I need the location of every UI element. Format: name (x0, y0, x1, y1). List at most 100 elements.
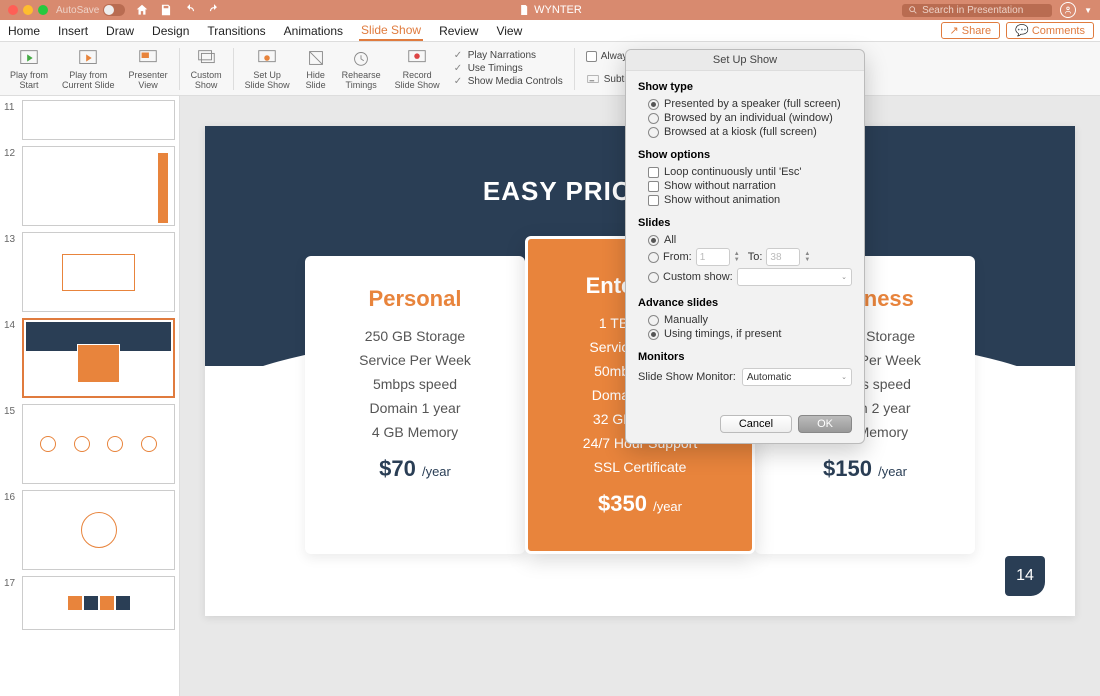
autosave-switch-icon[interactable] (103, 4, 125, 16)
checkbox-loop[interactable]: Loop continuously until 'Esc' (638, 165, 852, 179)
monitor-label: Slide Show Monitor: (638, 371, 736, 383)
thumb-number: 12 (4, 146, 22, 226)
thumb-number: 14 (4, 318, 22, 398)
minimize-window-icon[interactable] (23, 5, 33, 15)
slide-thumbnail[interactable] (22, 576, 175, 630)
thumb-number: 16 (4, 490, 22, 570)
menu-review[interactable]: Review (437, 22, 480, 40)
slide-thumbnail[interactable] (22, 404, 175, 484)
radio-icon (648, 99, 659, 110)
plan-feature: 5mbps speed (329, 376, 501, 392)
custom-show-icon (194, 46, 218, 70)
radio-presented-speaker[interactable]: Presented by a speaker (full screen) (638, 97, 852, 111)
comments-button[interactable]: 💬Comments (1006, 22, 1094, 39)
menu-insert[interactable]: Insert (56, 22, 90, 40)
presenter-icon (136, 46, 160, 70)
search-icon (908, 5, 918, 15)
menu-draw[interactable]: Draw (104, 22, 136, 40)
radio-custom-show[interactable]: Custom show: ⌄ (638, 267, 852, 287)
autosave-toggle[interactable]: AutoSave (56, 4, 125, 16)
to-input[interactable]: 38 (766, 248, 800, 266)
thumb-number: 15 (4, 404, 22, 484)
radio-timings[interactable]: Using timings, if present (638, 327, 852, 341)
radio-all-slides[interactable]: All (638, 233, 852, 247)
section-heading: Slides (638, 217, 852, 229)
stepper-icon[interactable]: ▲▼ (734, 248, 744, 266)
plan-price: $150 /year (779, 456, 951, 482)
menu-design[interactable]: Design (150, 22, 191, 40)
slide-thumbnail-selected[interactable] (22, 318, 175, 398)
plan-feature: Domain 1 year (329, 400, 501, 416)
radio-icon (648, 113, 659, 124)
radio-manually[interactable]: Manually (638, 313, 852, 327)
home-icon[interactable] (135, 3, 149, 17)
radio-browsed-kiosk[interactable]: Browsed at a kiosk (full screen) (638, 125, 852, 139)
play-from-start-button[interactable]: Play from Start (4, 44, 54, 93)
radio-icon (648, 315, 659, 326)
from-input[interactable]: 1 (696, 248, 730, 266)
checkbox-icon (648, 181, 659, 192)
file-icon (518, 4, 530, 16)
redo-icon[interactable] (207, 3, 221, 17)
presenter-view-button[interactable]: Presenter View (123, 44, 174, 93)
share-button[interactable]: ↗Share (941, 22, 1001, 39)
slide-thumbnail[interactable] (22, 100, 175, 140)
setup-icon (255, 46, 279, 70)
setup-show-button[interactable]: Set Up Slide Show (239, 44, 296, 93)
ribbon: Play from Start Play from Current Slide … (0, 42, 1100, 96)
thumb-number: 17 (4, 576, 22, 630)
menu-transitions[interactable]: Transitions (205, 22, 267, 40)
save-icon[interactable] (159, 3, 173, 17)
menu-slideshow[interactable]: Slide Show (359, 21, 423, 41)
undo-icon[interactable] (183, 3, 197, 17)
thumbnail-panel: 11 12 13 14 15 16 17 (0, 96, 180, 696)
play-narrations-checkbox[interactable]: ✓Play Narrations (454, 50, 563, 61)
main-area: 11 12 13 14 15 16 17 EASY PRICING TABLES… (0, 96, 1100, 696)
checkbox-icon (648, 195, 659, 206)
plan-name: Personal (329, 286, 501, 312)
document-title: WYNTER (518, 4, 582, 16)
hide-slide-button[interactable]: Hide Slide (298, 44, 334, 93)
maximize-window-icon[interactable] (38, 5, 48, 15)
search-input[interactable]: Search in Presentation (902, 4, 1052, 17)
menu-home[interactable]: Home (6, 22, 42, 40)
clock-icon (349, 46, 373, 70)
rehearse-button[interactable]: Rehearse Timings (336, 44, 387, 93)
radio-icon (648, 252, 659, 263)
thumb-number: 11 (4, 100, 22, 140)
ok-button[interactable]: OK (798, 415, 852, 433)
hide-icon (304, 46, 328, 70)
record-button[interactable]: Record Slide Show (389, 44, 446, 93)
close-window-icon[interactable] (8, 5, 18, 15)
use-timings-checkbox[interactable]: ✓Use Timings (454, 63, 563, 74)
show-media-checkbox[interactable]: ✓Show Media Controls (454, 76, 563, 87)
slide-number-badge: 14 (1005, 556, 1045, 596)
radio-icon (648, 329, 659, 340)
setup-show-dialog: Set Up Show Show type Presented by a spe… (625, 49, 865, 444)
menu-view[interactable]: View (494, 22, 524, 40)
subtitle-icon (586, 72, 600, 86)
monitor-select[interactable]: Automatic⌄ (742, 368, 852, 386)
play-current-icon (76, 46, 100, 70)
slide-thumbnail[interactable] (22, 146, 175, 226)
menu-animations[interactable]: Animations (282, 22, 345, 40)
dialog-title: Set Up Show (626, 50, 864, 71)
checkbox-no-narration[interactable]: Show without narration (638, 179, 852, 193)
radio-browsed-individual[interactable]: Browsed by an individual (window) (638, 111, 852, 125)
custom-show-select[interactable]: ⌄ (737, 268, 852, 286)
checkbox-no-animation[interactable]: Show without animation (638, 193, 852, 207)
titlebar: AutoSave WYNTER Search in Presentation ▼ (0, 0, 1100, 20)
comment-icon: 💬 (1015, 24, 1029, 37)
custom-show-button[interactable]: Custom Show (185, 44, 228, 93)
radio-from-to[interactable]: From: 1 ▲▼ To: 38 ▲▼ (638, 247, 852, 267)
slide-thumbnail[interactable] (22, 232, 175, 312)
user-account-icon[interactable] (1060, 2, 1076, 18)
slide-thumbnail[interactable] (22, 490, 175, 570)
stepper-icon[interactable]: ▲▼ (804, 248, 814, 266)
play-from-current-button[interactable]: Play from Current Slide (56, 44, 121, 93)
chevron-down-icon[interactable]: ▼ (1084, 6, 1092, 15)
checkbox-icon (648, 167, 659, 178)
cancel-button[interactable]: Cancel (720, 415, 792, 433)
section-heading: Advance slides (638, 297, 852, 309)
play-icon (17, 46, 41, 70)
